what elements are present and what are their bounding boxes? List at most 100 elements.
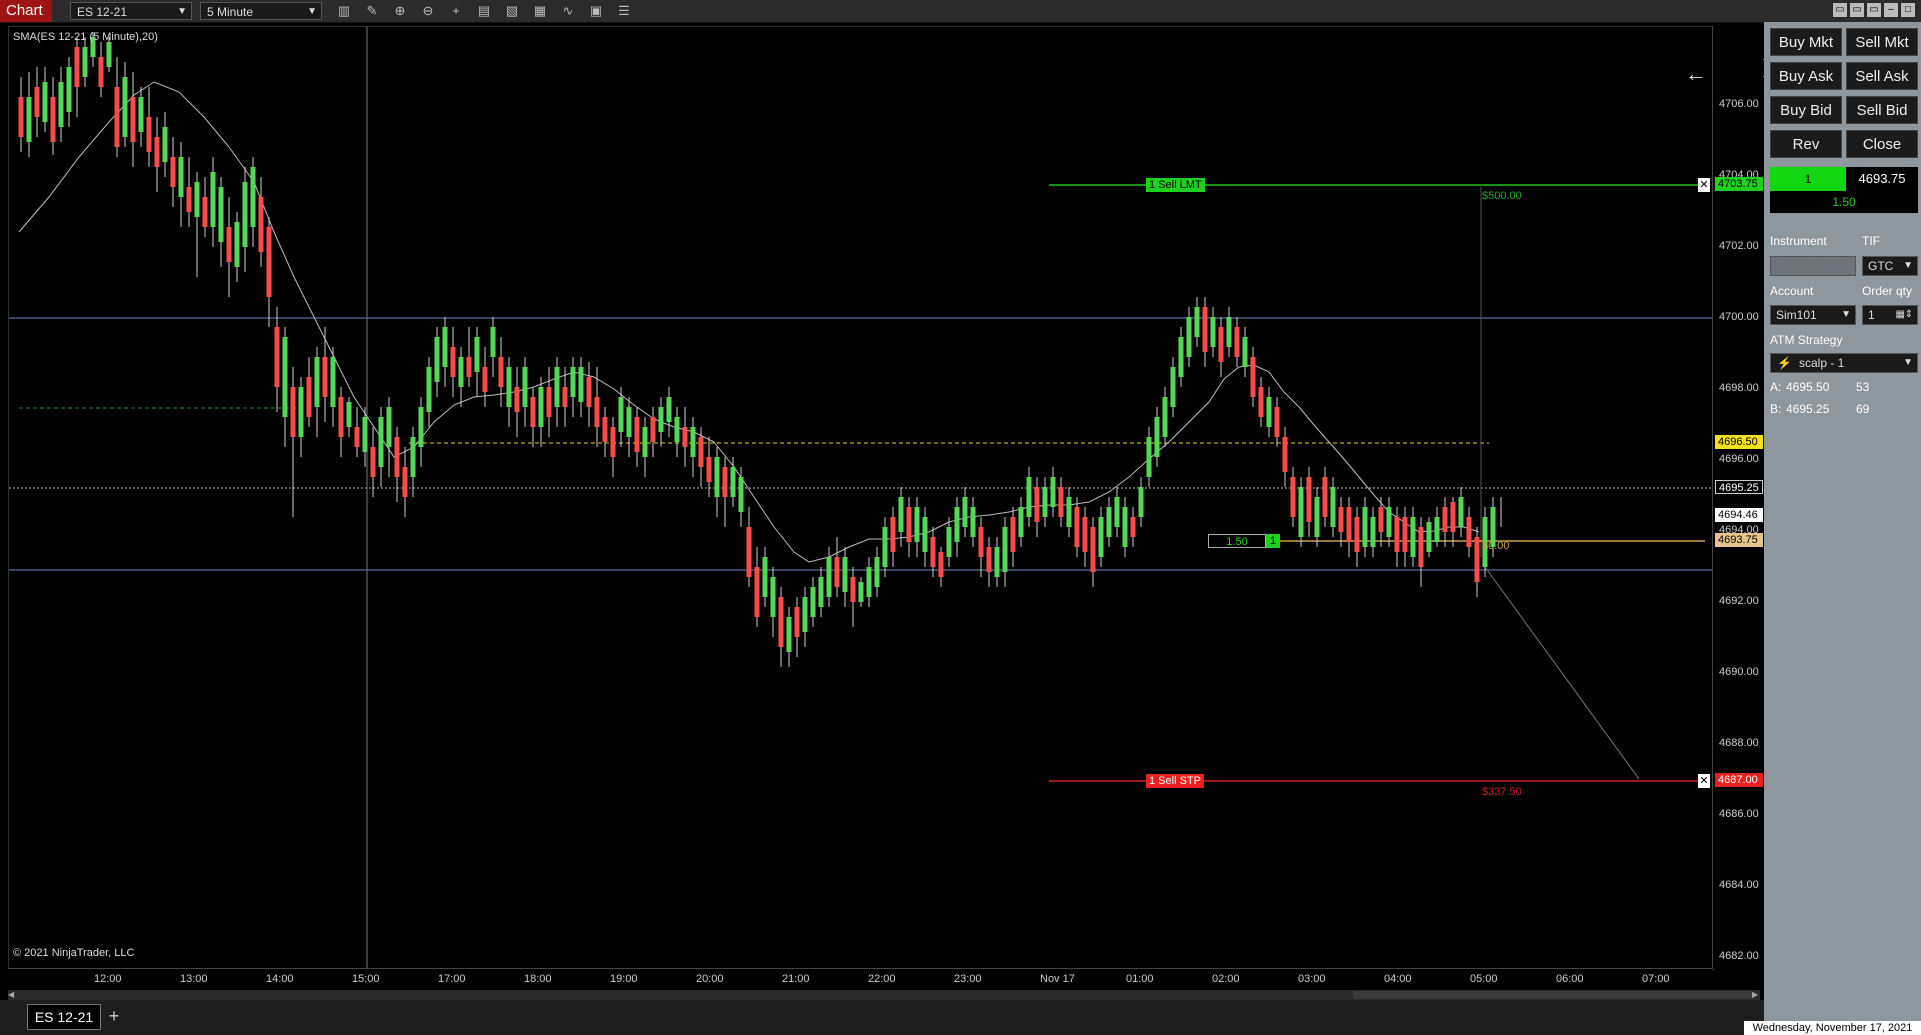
chart-trader-panel: Buy Mkt Sell Mkt Buy Ask Sell Ask Buy Bi…	[1764, 22, 1921, 1035]
price-tick: 4682.00	[1719, 950, 1759, 962]
price-tick: 4700.00	[1719, 311, 1759, 323]
position-count-label: 1	[1266, 534, 1280, 548]
time-axis[interactable]: 12:00 13:00 14:00 15:00 17:00 18:00 19:0…	[8, 968, 1712, 991]
data-box-icon[interactable]: ▤	[474, 2, 494, 20]
sell-mkt-button[interactable]: Sell Mkt	[1846, 28, 1918, 56]
pencil-icon[interactable]: ✎	[362, 2, 382, 20]
position-pnl-display: 1.50	[1770, 191, 1918, 213]
close-position-button[interactable]: Close	[1846, 130, 1918, 158]
time-tick: 22:00	[868, 973, 896, 985]
bid-label: B:	[1770, 402, 1782, 416]
sell-lmt-price-tag: 4703.75	[1715, 177, 1763, 191]
time-tick: 02:00	[1212, 973, 1240, 985]
interval-selector-value: 5 Minute	[207, 5, 254, 19]
bid-size: 69	[1856, 402, 1870, 416]
price-tick: 4684.00	[1719, 879, 1759, 891]
drawing-tools-icon[interactable]: ∿	[558, 2, 578, 20]
chevron-down-icon: ▼	[1841, 309, 1851, 320]
account-select-value: Sim101	[1776, 308, 1817, 322]
cancel-order-icon[interactable]: ✕	[1698, 774, 1710, 788]
atm-strategy-value: scalp - 1	[1799, 356, 1845, 370]
restore-icon[interactable]: ▭	[1833, 3, 1847, 17]
position-pnl: $0.00	[1482, 540, 1510, 552]
ask-price: 4695.50	[1786, 380, 1830, 394]
sell-stp-pnl: $337.50	[1482, 786, 1522, 798]
price-chart[interactable]: SMA(ES 12-21 (5 Minute),20) © 2021 Ninja…	[8, 26, 1768, 970]
tab-es-12-21[interactable]: ES 12-21	[27, 1004, 101, 1030]
time-tick: 04:00	[1384, 973, 1412, 985]
instrument-field-value: ES 12-21	[1776, 259, 1827, 273]
horizontal-scrollbar[interactable]: ◀ ▶	[8, 990, 1760, 1000]
interval-selector[interactable]: 5 Minute ▼	[200, 2, 322, 20]
time-tick: 20:00	[696, 973, 724, 985]
buy-bid-button[interactable]: Buy Bid	[1770, 96, 1842, 124]
properties-icon[interactable]: ▣	[586, 2, 606, 20]
time-tick: 03:00	[1298, 973, 1326, 985]
time-tick: 07:00	[1642, 973, 1670, 985]
price-tick: 4696.00	[1719, 453, 1759, 465]
atm-strategy-select[interactable]: ⚡ scalp - 1 ▼	[1770, 353, 1918, 373]
back-arrow-icon[interactable]: ←	[1685, 61, 1707, 87]
time-tick: 01:00	[1126, 973, 1154, 985]
scroll-right-icon[interactable]: ▶	[1752, 991, 1760, 999]
minimize-icon[interactable]: –	[1884, 3, 1898, 17]
tile-icon[interactable]: ▭	[1850, 3, 1864, 17]
sell-bid-button[interactable]: Sell Bid	[1846, 96, 1918, 124]
indicator-icon[interactable]: ▧	[502, 2, 522, 20]
bid-price-tag: 4694.46	[1715, 508, 1763, 522]
ask-size: 53	[1856, 380, 1870, 394]
time-tick: 17:00	[438, 973, 466, 985]
zoom-in-icon[interactable]: ⊕	[390, 2, 410, 20]
scrollbar-thumb[interactable]	[1353, 991, 1753, 999]
time-tick: 06:00	[1556, 973, 1584, 985]
time-tick: 19:00	[610, 973, 638, 985]
calculator-icon[interactable]: ▦	[1896, 306, 1905, 324]
chevron-down-icon: ▼	[1903, 260, 1913, 271]
time-tick: Nov 17	[1040, 973, 1075, 985]
sell-stp-price-tag: 4687.00	[1715, 773, 1763, 787]
tif-select[interactable]: GTC ▼	[1862, 256, 1918, 276]
sell-stp-order-label[interactable]: 1 Sell STP	[1146, 774, 1204, 788]
sma-indicator-label: SMA(ES 12-21 (5 Minute),20)	[13, 31, 158, 43]
account-select[interactable]: Sim101 ▼	[1770, 305, 1856, 325]
crosshair-icon[interactable]: +	[446, 2, 466, 20]
position-qty-label[interactable]: 1.50	[1208, 534, 1266, 548]
sell-ask-button[interactable]: Sell Ask	[1846, 62, 1918, 90]
cancel-order-icon[interactable]: ✕	[1698, 178, 1710, 192]
reverse-button[interactable]: Rev	[1770, 130, 1842, 158]
buy-mkt-button[interactable]: Buy Mkt	[1770, 28, 1842, 56]
zoom-out-icon[interactable]: ⊖	[418, 2, 438, 20]
maximize-icon[interactable]: □	[1901, 3, 1915, 17]
buy-ask-button[interactable]: Buy Ask	[1770, 62, 1842, 90]
date-display: Wednesday, November 17, 2021	[1744, 1021, 1921, 1035]
add-tab-button[interactable]: +	[104, 1004, 124, 1028]
position-avg-price: 4693.75	[1846, 167, 1918, 191]
price-tick: 4688.00	[1719, 737, 1759, 749]
atm-strategy-label: ATM Strategy	[1770, 333, 1843, 347]
chevron-down-icon: ▼	[307, 6, 317, 17]
price-tick: 4686.00	[1719, 808, 1759, 820]
tif-select-value: GTC	[1868, 259, 1894, 273]
position-price-tag: 4693.75	[1715, 533, 1763, 547]
order-qty-value: 1	[1868, 308, 1875, 322]
price-axis[interactable]: 4706.00 4704.00 4702.00 4700.00 4698.00 …	[1712, 26, 1763, 968]
bottom-tab-bar: ES 12-21 +	[0, 1000, 1764, 1035]
stepper-icon[interactable]: ⇕	[1905, 306, 1913, 324]
scroll-left-icon[interactable]: ◀	[8, 991, 16, 999]
window-icon[interactable]: ▭	[1867, 3, 1881, 17]
chevron-down-icon: ▼	[1903, 357, 1913, 368]
time-tick: 18:00	[524, 973, 552, 985]
last-price-tag: 4695.25	[1715, 480, 1763, 494]
instrument-selector-value: ES 12-21	[77, 5, 128, 19]
chevron-down-icon: ▼	[1841, 260, 1851, 271]
time-tick: 05:00	[1470, 973, 1498, 985]
bar-type-icon[interactable]: ▥	[334, 2, 354, 20]
time-tick: 14:00	[266, 973, 294, 985]
list-icon[interactable]: ☰	[614, 2, 634, 20]
sell-lmt-order-label[interactable]: 1 Sell LMT	[1146, 178, 1205, 192]
time-tick: 13:00	[180, 973, 208, 985]
instrument-selector[interactable]: ES 12-21 ▼	[70, 2, 192, 20]
strategy-icon[interactable]: ▦	[530, 2, 550, 20]
order-qty-stepper[interactable]: 1 ▦ ⇕	[1862, 305, 1918, 325]
time-tick: 12:00	[94, 973, 122, 985]
